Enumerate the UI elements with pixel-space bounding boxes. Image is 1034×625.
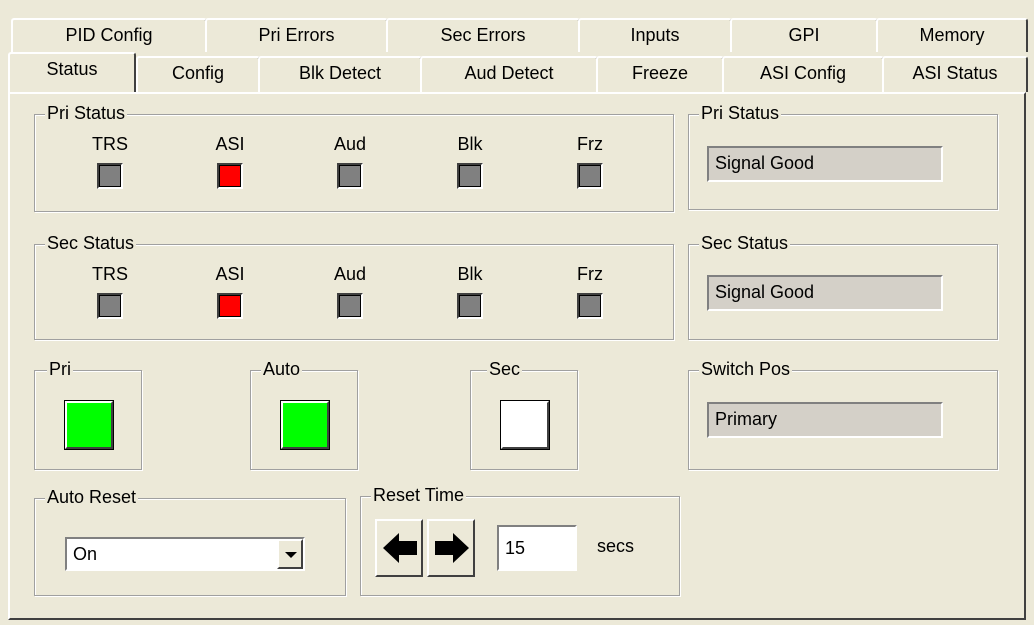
- tab-pid-config[interactable]: PID Config: [11, 18, 207, 52]
- tab-config[interactable]: Config: [136, 56, 260, 92]
- sec-status-group: Sec Status TRS ASI Aud Blk Frz: [34, 232, 674, 340]
- tab-pri-errors[interactable]: Pri Errors: [205, 18, 388, 52]
- sec-status-value: Signal Good: [707, 275, 943, 311]
- pri-trs-led: [97, 163, 123, 189]
- tab-inputs[interactable]: Inputs: [578, 18, 732, 52]
- pri-status-group-title: Pri Status: [45, 102, 128, 124]
- auto-reset-title: Auto Reset: [45, 486, 139, 508]
- pri-status-group: Pri Status TRS ASI Aud Blk Frz: [34, 102, 674, 212]
- sec-select-title: Sec: [487, 358, 523, 380]
- sec-aud-led: [337, 293, 363, 319]
- tab-blk-detect[interactable]: Blk Detect: [258, 56, 422, 92]
- pri-aud-led: [337, 163, 363, 189]
- pri-select-group: Pri: [34, 358, 142, 470]
- switch-pos-box: Switch Pos Primary: [688, 358, 998, 470]
- sec-frz-label: Frz: [577, 264, 603, 284]
- tab-asi-config[interactable]: ASI Config: [722, 56, 884, 92]
- switch-pos-value: Primary: [707, 402, 943, 438]
- tab-freeze[interactable]: Freeze: [596, 56, 724, 92]
- sec-blk-label: Blk: [457, 264, 483, 284]
- reset-time-unit: secs: [597, 536, 635, 556]
- pri-status-value: Signal Good: [707, 146, 943, 182]
- sec-trs-led: [97, 293, 123, 319]
- pri-asi-led: [217, 163, 243, 189]
- sec-asi-label: ASI: [215, 264, 245, 284]
- reset-time-group: Reset Time secs: [360, 484, 680, 596]
- sec-select-group: Sec: [470, 358, 578, 470]
- pri-aud-label: Aud: [333, 134, 367, 154]
- auto-reset-select[interactable]: On: [65, 537, 305, 571]
- chevron-down-icon[interactable]: [277, 539, 303, 569]
- tab-gpi[interactable]: GPI: [730, 18, 878, 52]
- sec-asi-led: [217, 293, 243, 319]
- sec-status-box: Sec Status Signal Good: [688, 232, 998, 340]
- sec-status-group-title: Sec Status: [45, 232, 137, 254]
- sec-blk-led: [457, 293, 483, 319]
- auto-reset-value: On: [73, 544, 98, 564]
- status-tab-panel: Pri Status TRS ASI Aud Blk Frz Sec Statu…: [8, 92, 1026, 620]
- tab-aud-detect[interactable]: Aud Detect: [420, 56, 598, 92]
- auto-select-title: Auto: [261, 358, 303, 380]
- tab-sec-errors[interactable]: Sec Errors: [386, 18, 580, 52]
- sec-select-button[interactable]: [500, 400, 550, 450]
- reset-time-title: Reset Time: [371, 484, 467, 506]
- pri-frz-label: Frz: [577, 134, 603, 154]
- reset-time-input[interactable]: [497, 525, 577, 571]
- pri-asi-label: ASI: [215, 134, 245, 154]
- pri-select-title: Pri: [47, 358, 73, 380]
- pri-status-box: Pri Status Signal Good: [688, 102, 998, 210]
- arrow-right-icon: [435, 533, 469, 563]
- arrow-left-icon: [383, 533, 417, 563]
- auto-select-button[interactable]: [280, 400, 330, 450]
- pri-blk-led: [457, 163, 483, 189]
- sec-aud-label: Aud: [333, 264, 367, 284]
- tab-memory[interactable]: Memory: [876, 18, 1028, 52]
- pri-status-box-title: Pri Status: [699, 102, 782, 124]
- pri-trs-label: TRS: [92, 134, 128, 154]
- auto-reset-group: Auto Reset On: [34, 486, 346, 596]
- tab-status[interactable]: Status: [8, 52, 136, 92]
- decrease-button[interactable]: [375, 519, 423, 577]
- tab-asi-status[interactable]: ASI Status: [882, 56, 1028, 92]
- sec-trs-label: TRS: [92, 264, 128, 284]
- sec-frz-led: [577, 293, 603, 319]
- auto-select-group: Auto: [250, 358, 358, 470]
- increase-button[interactable]: [427, 519, 475, 577]
- pri-select-button[interactable]: [64, 400, 114, 450]
- switch-pos-box-title: Switch Pos: [699, 358, 793, 380]
- pri-blk-label: Blk: [457, 134, 483, 154]
- sec-status-box-title: Sec Status: [699, 232, 791, 254]
- pri-frz-led: [577, 163, 603, 189]
